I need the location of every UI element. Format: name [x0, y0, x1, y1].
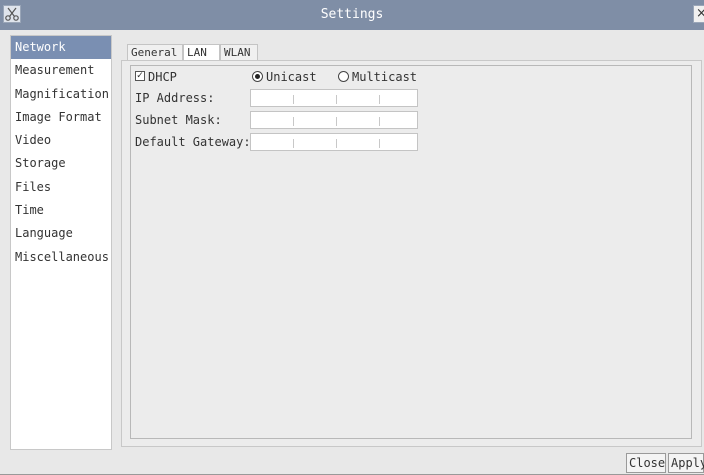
- sidebar-item-image-format[interactable]: Image Format: [11, 106, 111, 129]
- sidebar-item-magnification[interactable]: Magnification: [11, 83, 111, 106]
- dhcp-label: DHCP: [148, 70, 177, 84]
- sidebar-item-measurement[interactable]: Measurement: [11, 59, 111, 82]
- sidebar-item-storage[interactable]: Storage: [11, 152, 111, 175]
- ip-octet-4[interactable]: [380, 90, 417, 106]
- unicast-radio[interactable]: [252, 71, 263, 82]
- close-icon[interactable]: ×: [693, 5, 704, 23]
- window-title: Settings: [320, 7, 384, 22]
- tab-general[interactable]: General: [127, 44, 183, 61]
- ip-octet-1[interactable]: [251, 90, 293, 106]
- sidebar-item-network[interactable]: Network: [11, 36, 111, 60]
- gateway-octet-2[interactable]: [294, 134, 336, 150]
- title-bar: Settings ×: [0, 0, 704, 30]
- default-gateway-label: Default Gateway:: [135, 135, 251, 149]
- multicast-radio[interactable]: [338, 71, 349, 82]
- default-gateway-field: [250, 133, 418, 151]
- unicast-label: Unicast: [266, 70, 317, 84]
- sidebar-item-language[interactable]: Language: [11, 222, 111, 245]
- ip-address-field: [250, 89, 418, 107]
- subnet-mask-label: Subnet Mask:: [135, 113, 222, 127]
- sidebar-item-files[interactable]: Files: [11, 176, 111, 199]
- subnet-mask-field: [250, 111, 418, 129]
- sidebar-item-time[interactable]: Time: [11, 199, 111, 222]
- gateway-octet-1[interactable]: [251, 134, 293, 150]
- subnet-octet-4[interactable]: [380, 112, 417, 128]
- apply-button[interactable]: Apply: [668, 453, 704, 473]
- dhcp-checkbox[interactable]: ✓: [135, 71, 145, 81]
- ip-octet-2[interactable]: [294, 90, 336, 106]
- sidebar-item-video[interactable]: Video: [11, 129, 111, 152]
- ip-address-label: IP Address:: [135, 91, 215, 105]
- gateway-octet-3[interactable]: [337, 134, 379, 150]
- tab-wlan[interactable]: WLAN: [220, 44, 258, 61]
- gateway-octet-4[interactable]: [380, 134, 417, 150]
- subnet-octet-2[interactable]: [294, 112, 336, 128]
- settings-sidebar: Network Measurement Magnification Image …: [10, 35, 112, 450]
- subnet-octet-1[interactable]: [251, 112, 293, 128]
- multicast-label: Multicast: [352, 70, 418, 84]
- close-button[interactable]: Close: [626, 453, 666, 473]
- ip-octet-3[interactable]: [337, 90, 379, 106]
- tab-lan[interactable]: LAN: [183, 44, 220, 61]
- sidebar-item-miscellaneous[interactable]: Miscellaneous: [11, 246, 111, 269]
- subnet-octet-3[interactable]: [337, 112, 379, 128]
